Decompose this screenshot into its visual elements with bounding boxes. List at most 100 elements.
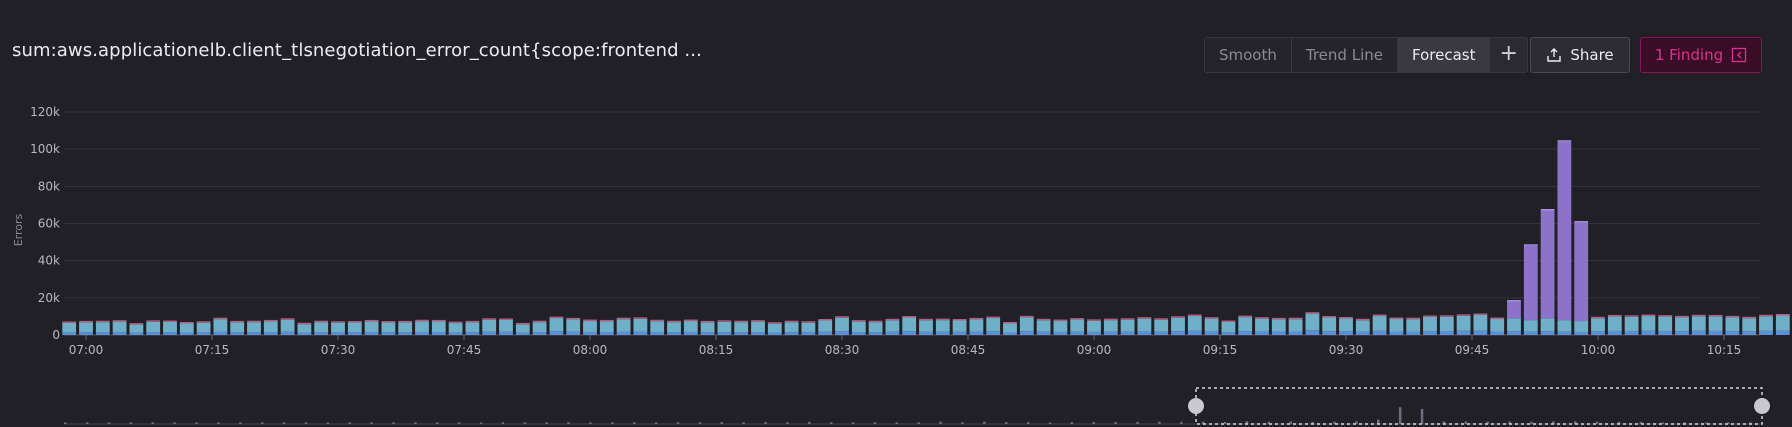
range-handle-right[interactable] [1754, 398, 1770, 414]
bar[interactable] [95, 320, 110, 335]
bar[interactable] [549, 316, 564, 335]
bar[interactable] [751, 320, 765, 335]
bar[interactable] [1473, 313, 1488, 335]
bar[interactable] [79, 320, 93, 335]
bar[interactable] [381, 321, 396, 335]
bar[interactable] [347, 321, 362, 335]
bar[interactable] [1053, 319, 1068, 335]
bar[interactable] [1305, 312, 1320, 335]
bar[interactable] [1221, 320, 1236, 335]
bar[interactable] [1204, 317, 1219, 335]
bar[interactable] [1775, 313, 1790, 335]
bar[interactable] [1322, 316, 1337, 335]
bar[interactable] [885, 318, 900, 335]
bar[interactable] [448, 321, 463, 335]
bar[interactable] [650, 319, 665, 335]
bar[interactable] [1171, 316, 1185, 335]
bar[interactable] [1137, 317, 1152, 335]
bar[interactable] [1406, 317, 1421, 335]
bar[interactable] [734, 320, 749, 335]
bar[interactable] [1641, 314, 1656, 335]
bar[interactable] [515, 322, 530, 335]
bar[interactable] [146, 320, 161, 335]
bar[interactable] [683, 319, 698, 335]
bar[interactable] [415, 319, 429, 335]
bar[interactable] [969, 317, 984, 335]
bar[interactable] [633, 317, 648, 335]
bar[interactable] [1607, 314, 1622, 335]
bar[interactable] [818, 319, 833, 335]
bar[interactable] [868, 320, 883, 335]
bar[interactable] [566, 317, 581, 335]
bar[interactable] [1708, 314, 1723, 335]
bar[interactable] [297, 322, 312, 335]
bar[interactable] [431, 319, 446, 335]
bar[interactable] [1103, 318, 1118, 335]
bar[interactable] [1658, 315, 1673, 335]
bar[interactable] [1255, 317, 1269, 335]
bar[interactable] [851, 320, 866, 335]
bar[interactable] [919, 318, 933, 335]
bar[interactable] [1591, 316, 1605, 335]
bar[interactable] [1389, 317, 1404, 335]
bar[interactable] [1456, 314, 1471, 335]
bar[interactable] [1238, 315, 1253, 335]
bar[interactable] [1759, 314, 1773, 335]
bar[interactable] [1490, 317, 1505, 335]
bar[interactable] [196, 321, 211, 335]
bar[interactable] [1271, 317, 1286, 335]
bar[interactable] [1507, 300, 1521, 335]
bar[interactable] [280, 318, 295, 335]
bar[interactable] [616, 317, 631, 335]
bar[interactable] [1423, 315, 1437, 335]
bar[interactable] [331, 321, 345, 335]
bar[interactable] [902, 316, 917, 335]
bar[interactable] [1339, 316, 1353, 335]
bar[interactable] [1003, 321, 1017, 335]
bar[interactable] [1187, 314, 1202, 335]
bar[interactable] [213, 317, 228, 335]
bar[interactable] [1355, 318, 1370, 335]
bar[interactable] [1154, 318, 1169, 335]
bar[interactable] [717, 320, 732, 335]
bar[interactable] [1725, 315, 1740, 335]
bar[interactable] [935, 318, 950, 335]
bar[interactable] [499, 318, 513, 335]
bar[interactable] [1288, 317, 1303, 335]
selected-range-window[interactable] [1195, 387, 1763, 425]
bar[interactable] [1742, 316, 1757, 335]
bar[interactable] [1036, 318, 1051, 335]
bar[interactable] [482, 318, 497, 335]
bar[interactable] [230, 320, 245, 335]
bar[interactable] [62, 321, 77, 335]
bar[interactable] [667, 320, 681, 335]
bar[interactable] [247, 320, 261, 335]
bar[interactable] [700, 320, 715, 335]
bar[interactable] [835, 316, 849, 335]
bar[interactable] [767, 322, 782, 335]
bar[interactable] [1574, 221, 1589, 335]
bar[interactable] [784, 320, 799, 335]
bar[interactable] [179, 321, 194, 335]
bar[interactable] [263, 319, 278, 335]
bar[interactable] [129, 323, 144, 335]
bar[interactable] [163, 320, 177, 335]
timeseries-chart[interactable]: Errors 0 20k 40k 60k 80k 100k 120k 07:00 07:15 0… [0, 0, 1792, 427]
bar[interactable] [986, 316, 1001, 335]
bar[interactable] [1624, 315, 1639, 335]
bar[interactable] [112, 320, 127, 335]
bar[interactable] [1675, 315, 1689, 335]
bar[interactable] [1019, 315, 1034, 335]
bar[interactable] [1087, 319, 1101, 335]
bar[interactable] [1120, 318, 1135, 335]
bar[interactable] [1070, 318, 1085, 335]
bar[interactable] [465, 320, 480, 335]
bar[interactable] [599, 319, 614, 335]
bar[interactable] [314, 320, 329, 335]
bar[interactable] [364, 319, 379, 335]
bar[interactable] [1439, 315, 1454, 335]
bar[interactable] [398, 320, 413, 335]
bar[interactable] [583, 319, 597, 335]
bar[interactable] [952, 319, 967, 335]
bar[interactable] [532, 320, 547, 335]
